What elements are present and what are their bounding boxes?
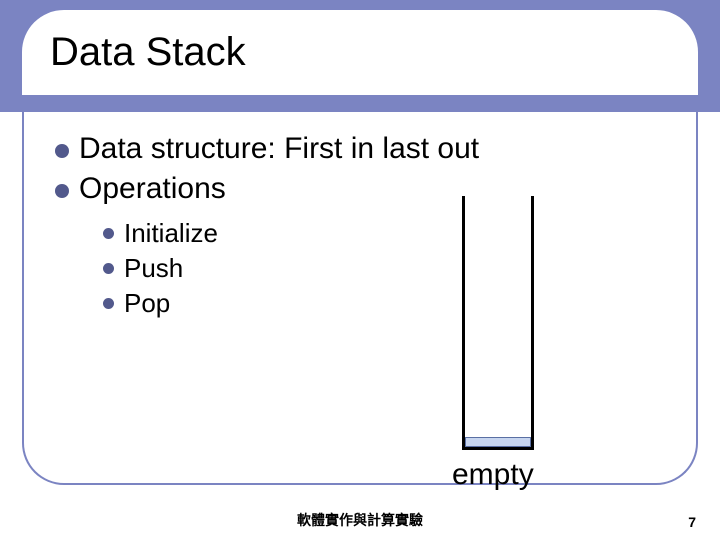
sub-bullet-text: Push <box>124 253 183 284</box>
content-area: Data structure: First in last out Operat… <box>55 132 635 323</box>
slide-title: Data Stack <box>50 30 246 75</box>
bullet-text: Operations <box>79 172 226 206</box>
bullet-icon <box>103 263 114 274</box>
bullet-text: Data structure: First in last out <box>79 132 479 166</box>
sub-bullet-item: Pop <box>103 288 635 319</box>
sub-bullet-text: Initialize <box>124 218 218 249</box>
title-container: Data Stack <box>22 10 698 95</box>
bullet-icon <box>103 298 114 309</box>
stack-wall-bottom <box>462 447 534 450</box>
sub-list: Initialize Push Pop <box>103 218 635 319</box>
sub-bullet-item: Initialize <box>103 218 635 249</box>
bullet-icon <box>103 228 114 239</box>
bullet-item: Data structure: First in last out <box>55 132 635 166</box>
stack-wall-left <box>462 196 465 450</box>
stack-state-label: empty <box>452 458 534 492</box>
bullet-item: Operations <box>55 172 635 206</box>
sub-bullet-item: Push <box>103 253 635 284</box>
page-number: 7 <box>688 514 696 530</box>
bullet-icon <box>55 144 69 158</box>
stack-wall-right <box>531 196 534 450</box>
slide: Data Stack Data structure: First in last… <box>0 0 720 540</box>
bullet-icon <box>55 184 69 198</box>
stack-base-item <box>465 437 531 447</box>
footer-text: 軟體實作與計算實驗 <box>297 510 423 530</box>
stack-diagram <box>462 196 534 450</box>
sub-bullet-text: Pop <box>124 288 170 319</box>
footer: 軟體實作與計算實驗 <box>0 510 720 530</box>
